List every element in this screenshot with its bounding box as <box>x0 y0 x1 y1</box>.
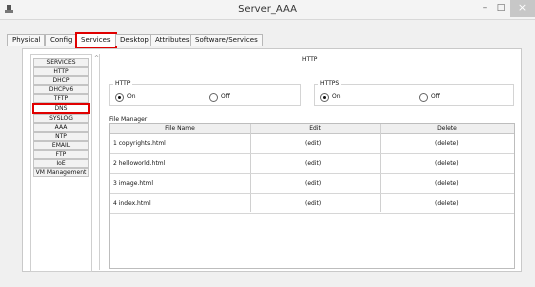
column-header-edit: Edit <box>309 125 321 132</box>
https-group-label: HTTPS <box>318 80 342 87</box>
table-header: File Name Edit Delete <box>110 124 514 134</box>
column-header-delete: Delete <box>437 125 457 132</box>
http-on-label: On <box>127 93 136 100</box>
services-list: SERVICES HTTP DHCP DHCPv6 TFTP DNS SYSLO… <box>30 54 92 272</box>
https-off-radio[interactable] <box>419 93 428 102</box>
service-item-tftp[interactable]: TFTP <box>33 94 89 103</box>
table-row: 3 image.html (edit) (delete) <box>110 174 514 194</box>
edit-link[interactable]: (edit) <box>305 180 321 187</box>
table-row: 2 helloworld.html (edit) (delete) <box>110 154 514 174</box>
table-row: 1 copyrights.html (edit) (delete) <box>110 134 514 154</box>
service-item-dhcpv6[interactable]: DHCPv6 <box>33 85 89 94</box>
tab-attributes[interactable]: Attributes <box>150 34 195 46</box>
tab-software-services[interactable]: Software/Services <box>190 34 263 46</box>
service-item-dhcp[interactable]: DHCP <box>33 76 89 85</box>
delete-link[interactable]: (delete) <box>435 180 459 187</box>
file-manager-table: File Name Edit Delete 1 copyrights.html … <box>109 123 515 269</box>
tab-services[interactable]: Services <box>75 32 117 49</box>
edit-link[interactable]: (edit) <box>305 140 321 147</box>
http-on-radio[interactable] <box>115 93 124 102</box>
service-item-syslog[interactable]: SYSLOG <box>33 114 89 123</box>
edit-link[interactable]: (edit) <box>305 160 321 167</box>
https-on-label: On <box>332 93 341 100</box>
minimize-button[interactable]: – <box>478 2 492 16</box>
https-off-label: Off <box>431 93 440 100</box>
http-off-label: Off <box>221 93 230 100</box>
http-section-header: HTTP <box>302 56 318 63</box>
file-name-cell: 2 helloworld.html <box>113 160 166 167</box>
service-item-http[interactable]: HTTP <box>33 67 89 76</box>
list-divider <box>99 54 100 270</box>
https-on-radio[interactable] <box>320 93 329 102</box>
service-item-services[interactable]: SERVICES <box>33 58 89 67</box>
http-group-label: HTTP <box>113 80 133 87</box>
column-header-file-name: File Name <box>165 125 195 132</box>
edit-link[interactable]: (edit) <box>305 200 321 207</box>
maximize-button[interactable]: □ <box>494 2 508 16</box>
service-item-ntp[interactable]: NTP <box>33 132 89 141</box>
app-window: Server_AAA – □ × Physical Config Service… <box>0 0 535 287</box>
service-item-dns[interactable]: DNS <box>32 103 90 114</box>
service-item-aaa[interactable]: AAA <box>33 123 89 132</box>
close-button[interactable]: × <box>510 0 535 17</box>
delete-link[interactable]: (delete) <box>435 200 459 207</box>
delete-link[interactable]: (delete) <box>435 160 459 167</box>
file-name-cell: 1 copyrights.html <box>113 140 166 147</box>
https-group: HTTPS On Off <box>314 80 514 106</box>
delete-link[interactable]: (delete) <box>435 140 459 147</box>
file-manager-label: File Manager <box>109 116 148 123</box>
window-title: Server_AAA <box>238 4 297 15</box>
http-group: HTTP On Off <box>109 80 301 106</box>
service-item-ioe[interactable]: IoE <box>33 159 89 168</box>
tab-config[interactable]: Config <box>45 34 78 46</box>
file-name-cell: 3 image.html <box>113 180 153 187</box>
table-row: 4 index.html (edit) (delete) <box>110 194 514 214</box>
file-name-cell: 4 index.html <box>113 200 151 207</box>
title-bar: Server_AAA – □ × <box>0 0 535 20</box>
service-item-vm-management[interactable]: VM Management <box>33 168 89 177</box>
tab-physical[interactable]: Physical <box>7 34 46 46</box>
tab-desktop[interactable]: Desktop <box>115 34 154 46</box>
service-item-email[interactable]: EMAIL <box>33 141 89 150</box>
http-off-radio[interactable] <box>209 93 218 102</box>
service-item-ftp[interactable]: FTP <box>33 150 89 159</box>
